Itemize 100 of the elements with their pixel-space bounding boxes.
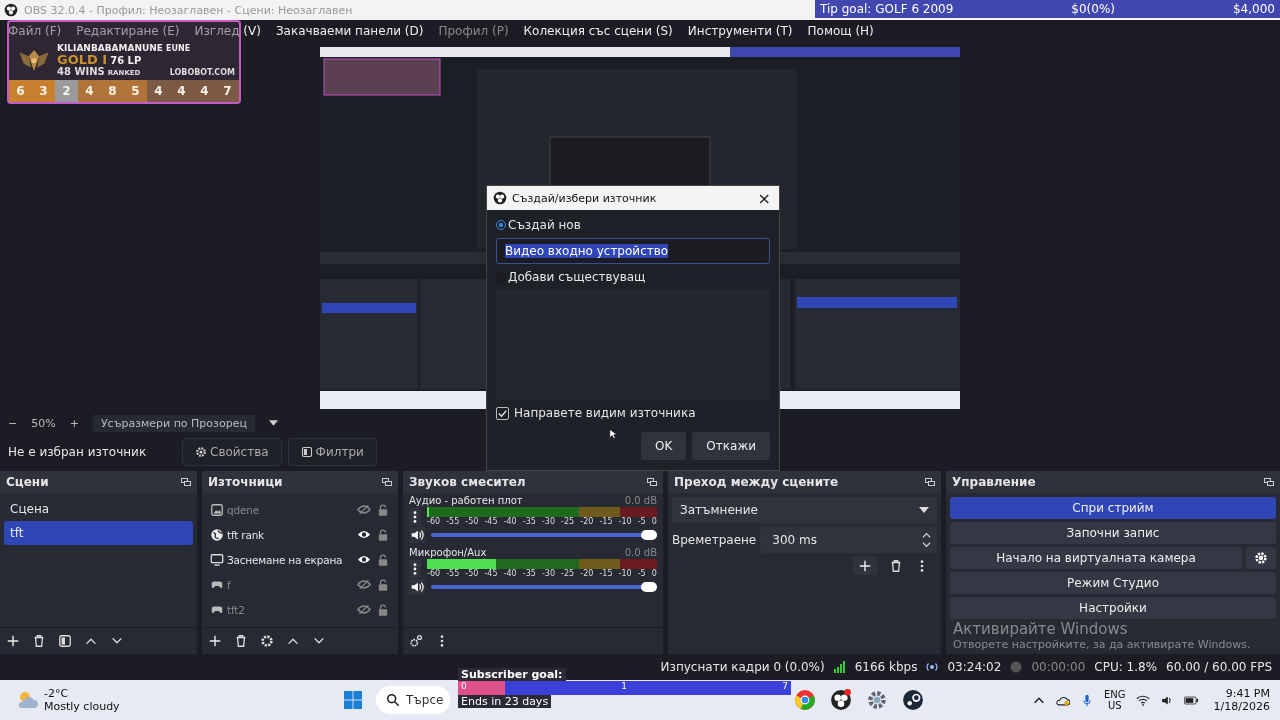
close-button[interactable]: ×	[749, 188, 779, 208]
properties-button[interactable]: Свойства	[182, 438, 282, 466]
menu-item[interactable]: Инструменти (T)	[687, 24, 793, 38]
control-button[interactable]: Започни запис	[950, 522, 1276, 544]
padlock-icon[interactable]	[378, 553, 388, 566]
menu-dots-icon[interactable]	[409, 559, 421, 578]
trash-icon[interactable]	[889, 559, 903, 573]
plus-icon[interactable]	[208, 634, 222, 648]
speaker-icon[interactable]	[409, 527, 425, 543]
scale-label: -40	[503, 517, 517, 526]
ok-button[interactable]: OK	[641, 432, 687, 460]
gear-icon[interactable]	[260, 634, 274, 648]
source-name-field[interactable]: Видео входно устройство	[496, 238, 770, 264]
clock-date[interactable]: 1/18/2026	[1213, 700, 1270, 713]
browser-icon[interactable]	[794, 689, 816, 711]
menu-item[interactable]: Файл (F)	[8, 24, 62, 38]
dock-title: Сцени	[6, 475, 49, 489]
radio-label[interactable]: Създай нов	[508, 218, 581, 232]
zoom-in-button[interactable]: +	[69, 416, 79, 430]
record-time: 00:00:00	[1031, 660, 1086, 674]
keyboard-region[interactable]: US	[1107, 700, 1122, 711]
placement-cell: 8	[101, 80, 124, 102]
checkbox[interactable]	[496, 406, 509, 420]
source-name[interactable]: Заснемане на екрана	[227, 553, 354, 566]
caret-icon[interactable]	[268, 420, 278, 426]
volume-slider[interactable]	[431, 582, 657, 592]
wifi-icon[interactable]	[1135, 693, 1150, 707]
menu-item[interactable]: Колекция със сцени (S)	[523, 24, 673, 38]
signal-icon	[833, 661, 846, 673]
control-button[interactable]: Режим Студио	[950, 572, 1276, 594]
menu-item[interactable]: Помощ (H)	[807, 24, 874, 38]
clock-time[interactable]: 9:41 PM	[1225, 687, 1270, 700]
battery-icon[interactable]	[1183, 693, 1198, 707]
zoom-out-button[interactable]: −	[8, 416, 18, 430]
scale-label: -40	[503, 569, 517, 578]
crossed-eye-icon[interactable]	[357, 604, 371, 615]
slider-thumb[interactable]	[641, 530, 657, 540]
slider-thumb[interactable]	[641, 582, 657, 592]
placement-cell: 6	[9, 80, 32, 102]
fps-reading: 60.00 / 60.00 FPS	[1166, 660, 1272, 674]
crossed-eye-icon[interactable]	[357, 504, 371, 515]
db-reading: 0.0 dB	[624, 495, 657, 506]
source-name[interactable]: tft2	[227, 603, 354, 616]
radio-button[interactable]	[496, 220, 506, 230]
crossed-eye-icon[interactable]	[357, 579, 371, 590]
source-name[interactable]: qdene	[227, 503, 354, 516]
add-button[interactable]	[853, 557, 877, 575]
gear-icon[interactable]	[866, 689, 888, 711]
undock-icon[interactable]	[925, 478, 935, 486]
undock-icon[interactable]	[647, 478, 657, 486]
eye-icon[interactable]	[357, 529, 371, 540]
control-button[interactable]: Спри стрийм	[950, 497, 1276, 519]
source-name[interactable]: tft rank	[227, 528, 354, 541]
scale-label: -25	[561, 569, 575, 578]
padlock-icon[interactable]	[378, 578, 388, 591]
gears-icon[interactable]	[409, 634, 423, 648]
filters-button[interactable]: Филтри	[287, 438, 377, 466]
scale-mode-dropdown[interactable]: Усъразмери по Прозорец	[92, 414, 255, 432]
search-field[interactable]: Търсе	[376, 686, 450, 714]
obs-app-icon[interactable]	[830, 689, 852, 711]
speaker-icon[interactable]	[409, 579, 425, 595]
control-button[interactable]: Настройки	[950, 597, 1276, 619]
cancel-button[interactable]: Откажи	[692, 432, 770, 460]
checkbox-label[interactable]: Направете видим източника	[514, 406, 696, 420]
menu-item[interactable]: Изглед (V)	[194, 24, 261, 38]
control-button[interactable]: Начало на виртуалната камера	[950, 547, 1242, 569]
bitrate: 6166 kbps	[854, 660, 918, 674]
scene-item[interactable]: tft	[4, 521, 193, 545]
goal-start: 0	[461, 681, 467, 691]
undock-icon[interactable]	[382, 478, 392, 486]
plus-icon[interactable]	[6, 634, 20, 648]
channel-name: Аудио - работен плот	[409, 495, 523, 506]
language[interactable]: ENG	[1104, 689, 1126, 700]
trash-icon[interactable]	[234, 634, 248, 648]
duration-spinbox[interactable]: 300 ms	[760, 527, 937, 553]
settings-button[interactable]	[1246, 547, 1276, 569]
scale-label: -35	[522, 569, 536, 578]
source-name[interactable]: f	[227, 578, 354, 591]
eye-icon[interactable]	[357, 554, 371, 565]
transition-dropdown[interactable]: Затъмнение	[672, 497, 937, 523]
undock-icon[interactable]	[1264, 478, 1274, 486]
padlock-icon[interactable]	[378, 503, 388, 516]
radio-label[interactable]: Добави съществуващ	[508, 270, 646, 284]
scene-item[interactable]: Сцена	[4, 497, 193, 521]
filter-icon[interactable]	[58, 634, 72, 648]
menu-dots-icon[interactable]	[409, 507, 421, 526]
steam-icon[interactable]	[902, 689, 924, 711]
menu-item[interactable]: Редактиране (E)	[76, 24, 180, 38]
placement-cell: 4	[147, 80, 170, 102]
trash-icon[interactable]	[32, 634, 46, 648]
padlock-icon[interactable]	[378, 528, 388, 541]
menu-item[interactable]: Закачваеми панели (D)	[275, 24, 424, 38]
padlock-icon[interactable]	[378, 603, 388, 616]
goal-target: 7	[782, 681, 788, 691]
undock-icon[interactable]	[181, 478, 191, 486]
search-icon	[386, 693, 400, 707]
scale-label: -45	[484, 569, 498, 578]
volume-slider[interactable]	[431, 530, 657, 540]
scale-label: -60	[427, 517, 441, 526]
broadcast-icon	[926, 661, 939, 673]
